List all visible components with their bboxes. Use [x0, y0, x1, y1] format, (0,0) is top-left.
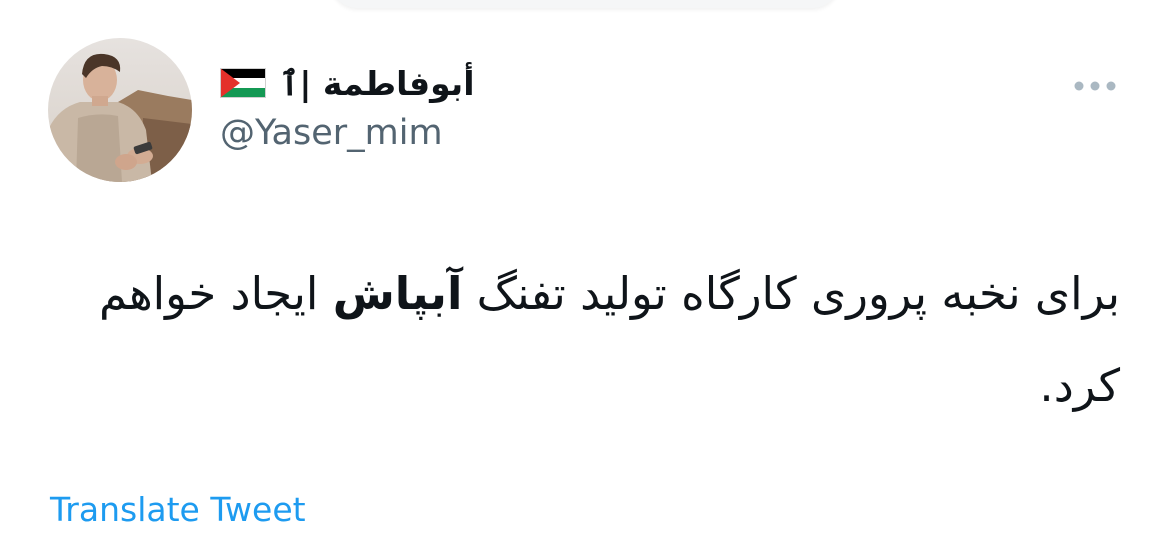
avatar[interactable]	[48, 38, 192, 182]
author-handle[interactable]: @Yaser_mim	[220, 113, 443, 153]
tweet-text-bold: آبپاش	[332, 267, 463, 320]
tweet-card: أبوفاطمة |ٱ @Yaser_mim برای نخبه پروری ک…	[0, 0, 1170, 542]
more-dots-icon[interactable]	[1074, 76, 1116, 96]
tweet-text: برای نخبه پروری کارگاه تولید تفنگ آبپاش …	[40, 248, 1120, 432]
translate-tweet-link[interactable]: Translate Tweet	[50, 490, 306, 529]
top-sheet-edge	[330, 0, 840, 8]
author-name-row[interactable]: أبوفاطمة |ٱ	[220, 60, 475, 106]
palestine-flag-icon	[220, 68, 266, 98]
author-name-symbol: |ٱ	[280, 63, 312, 103]
tweet-text-before: برای نخبه پروری کارگاه تولید تفنگ	[462, 267, 1120, 320]
author-display-name: أبوفاطمة |ٱ	[280, 64, 475, 103]
author-name-text: أبوفاطمة	[322, 63, 475, 103]
